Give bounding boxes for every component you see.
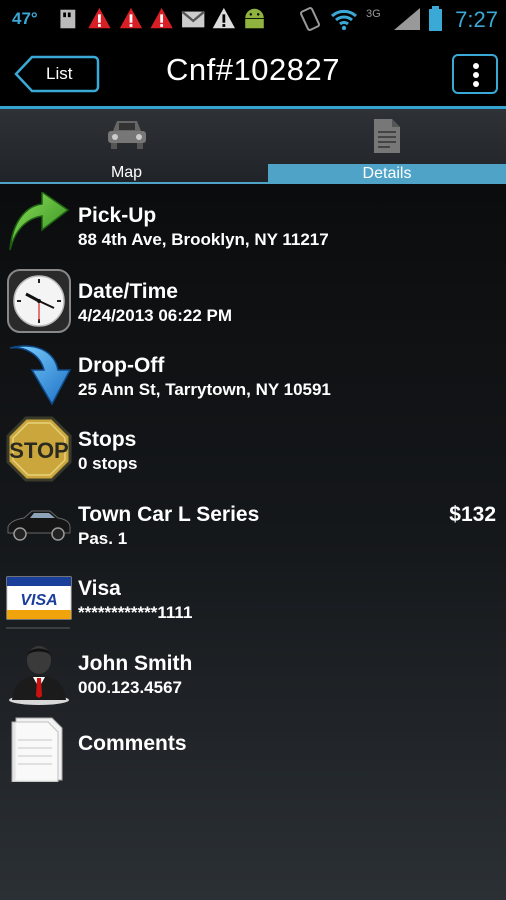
menu-dot	[473, 72, 479, 78]
vibrate-icon	[299, 7, 321, 31]
passenger-name: John Smith	[78, 652, 193, 675]
datetime-row[interactable]: Date/Time 4/24/2013 06:22 PM	[0, 264, 506, 338]
warning-icon	[150, 7, 173, 29]
vehicle-passengers: Pas. 1	[78, 529, 128, 548]
datetime-title: Date/Time	[78, 280, 178, 303]
menu-dot	[473, 81, 479, 87]
vehicle-row[interactable]: Town Car L Series Pas. 1 $132	[0, 487, 506, 561]
notepad-icon	[11, 717, 63, 782]
person-icon	[9, 646, 69, 705]
visa-card-icon: VISA	[6, 576, 72, 620]
pickup-address: 88 4th Ave, Brooklyn, NY 11217	[78, 230, 329, 249]
battery-icon	[429, 6, 442, 31]
comments-row[interactable]: Comments	[0, 710, 506, 790]
wifi-icon	[331, 9, 357, 26]
menu-dot	[473, 63, 479, 69]
stop-sign-text: STOP	[9, 438, 69, 463]
back-button-label: List	[46, 64, 73, 83]
overflow-menu-button[interactable]	[452, 54, 498, 94]
visa-card-text: VISA	[20, 592, 57, 609]
tab-details-label: Details	[268, 164, 506, 184]
row-divider	[6, 627, 70, 629]
pickup-row[interactable]: Pick-Up 88 4th Ave, Brooklyn, NY 11217	[0, 188, 506, 262]
datetime-value: 4/24/2013 06:22 PM	[78, 306, 233, 325]
payment-card-number: ************1111	[78, 603, 193, 622]
status-bar: 47° 3G 7:27	[0, 0, 506, 38]
action-bar: List Cnf#102827	[0, 38, 506, 108]
warning-icon	[119, 7, 143, 29]
page-title: Cnf#102827	[166, 52, 340, 87]
details-list: Pick-Up 88 4th Ave, Brooklyn, NY 11217 D…	[0, 184, 506, 900]
document-icon	[374, 119, 400, 153]
stops-row[interactable]: STOP Stops 0 stops	[0, 412, 506, 486]
sd-card-icon	[60, 9, 76, 29]
clock-time: 7:27	[455, 7, 498, 32]
stop-sign-icon: STOP	[6, 416, 72, 482]
passenger-row[interactable]: John Smith 000.123.4567	[0, 636, 506, 710]
passenger-phone: 000.123.4567	[78, 678, 182, 697]
payment-row[interactable]: VISA Visa ************1111	[0, 561, 506, 635]
dropoff-address: 25 Ann St, Tarrytown, NY 10591	[78, 380, 331, 399]
tab-details[interactable]: Details	[268, 109, 506, 184]
payment-title: Visa	[78, 577, 121, 600]
dropoff-row[interactable]: Drop-Off 25 Ann St, Tarrytown, NY 10591	[0, 338, 506, 412]
blue-arrow-down-icon	[9, 345, 72, 406]
tab-map-label: Map	[110, 164, 143, 181]
warning-icon	[88, 7, 111, 29]
comments-title: Comments	[78, 732, 187, 755]
pickup-title: Pick-Up	[78, 204, 157, 227]
vehicle-title: Town Car L Series	[78, 503, 260, 526]
network-type-text: 3G	[366, 8, 381, 20]
green-arrow-up-icon	[9, 192, 70, 251]
system-icons: 3G	[299, 7, 420, 31]
alert-icon	[212, 7, 235, 29]
stops-title: Stops	[78, 428, 137, 451]
vehicle-price: $132	[449, 503, 496, 526]
tab-map[interactable]: Map	[0, 109, 253, 184]
temperature-text: 47°	[12, 9, 38, 28]
gmail-icon	[181, 10, 206, 28]
town-car-icon	[7, 510, 71, 541]
signal-icon	[394, 8, 420, 30]
clock-icon	[7, 269, 71, 333]
tab-bar: Map Details	[0, 109, 506, 184]
car-icon	[107, 121, 146, 149]
notification-icons	[60, 7, 264, 29]
stops-count: 0 stops	[78, 454, 138, 473]
back-list-button[interactable]: List	[14, 55, 100, 93]
android-icon	[245, 8, 264, 29]
dropoff-title: Drop-Off	[78, 354, 165, 377]
